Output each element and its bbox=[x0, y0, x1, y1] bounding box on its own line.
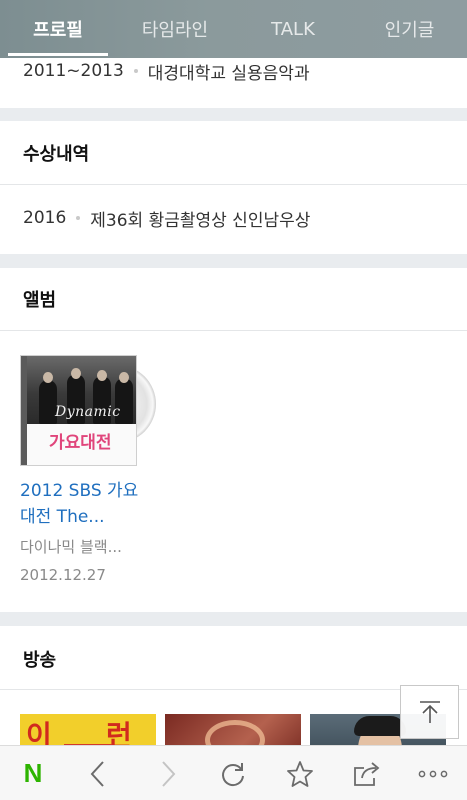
bookmark-button[interactable] bbox=[270, 746, 330, 800]
tab-popular[interactable]: 인기글 bbox=[352, 0, 467, 58]
divider bbox=[0, 184, 467, 185]
separator-dot bbox=[76, 216, 81, 220]
naver-logo-icon: N bbox=[23, 758, 43, 788]
album-section: 앨범 Dynamic 가요대전 2012 SBS 가요대전 The... 다이나… bbox=[0, 268, 467, 612]
broadcast-title: 방송 bbox=[23, 650, 57, 671]
divider bbox=[0, 689, 467, 690]
award-name: 제36회 황금촬영상 신인남우상 bbox=[90, 210, 311, 231]
forward-button[interactable] bbox=[138, 746, 198, 800]
cover-script-text: Dynamic bbox=[55, 404, 121, 420]
share-button[interactable] bbox=[337, 746, 397, 800]
arrow-up-icon bbox=[419, 701, 440, 723]
naver-home-button[interactable]: N bbox=[3, 746, 63, 800]
chevron-right-icon bbox=[162, 760, 176, 787]
divider bbox=[0, 330, 467, 331]
more-button[interactable] bbox=[403, 746, 463, 800]
album-cover[interactable]: Dynamic 가요대전 bbox=[20, 355, 157, 466]
separator-dot bbox=[133, 69, 138, 73]
album-date: 2012.12.27 bbox=[20, 566, 106, 584]
bottom-toolbar: N bbox=[0, 745, 467, 800]
awards-section: 수상내역 2016 제36회 황금촬영상 신인남우상 bbox=[0, 121, 467, 254]
chevron-left-icon bbox=[90, 760, 104, 787]
album-name-link[interactable]: 2012 SBS 가요대전 The... bbox=[20, 478, 150, 530]
figure-head bbox=[43, 372, 53, 383]
refresh-button[interactable] bbox=[203, 746, 263, 800]
figure-head bbox=[71, 368, 81, 379]
figure-head bbox=[119, 372, 129, 383]
album-sleeve: Dynamic 가요대전 bbox=[20, 355, 137, 466]
cover-logo-area: 가요대전 bbox=[27, 424, 136, 465]
scroll-to-top-button[interactable] bbox=[400, 685, 459, 739]
group-photo: Dynamic bbox=[27, 356, 136, 424]
figure-head bbox=[97, 370, 107, 381]
more-dots-icon bbox=[418, 770, 448, 777]
cover-logo-text: 가요대전 bbox=[49, 433, 112, 453]
awards-title: 수상내역 bbox=[23, 144, 90, 165]
refresh-icon bbox=[222, 762, 244, 786]
back-button[interactable] bbox=[68, 746, 128, 800]
thumbnail-hair bbox=[354, 716, 406, 736]
star-icon bbox=[287, 760, 313, 787]
tab-talk[interactable]: TALK bbox=[234, 0, 352, 58]
award-year: 2016 bbox=[23, 208, 67, 228]
education-period: 2011~2013 bbox=[23, 61, 124, 81]
album-title: 앨범 bbox=[23, 290, 57, 311]
education-school[interactable]: 대경대학교 실용음악과 bbox=[148, 59, 310, 84]
top-tab-bar: 프로필 타임라인 TALK 인기글 bbox=[0, 0, 467, 58]
education-row: 2011~2013 대경대학교 실용음악과 bbox=[23, 59, 310, 84]
cover-logo: 가요대전 bbox=[49, 428, 112, 453]
tab-timeline[interactable]: 타임라인 bbox=[116, 0, 234, 58]
award-row: 2016 제36회 황금촬영상 신인남우상 bbox=[23, 206, 311, 231]
share-icon bbox=[354, 761, 380, 786]
tab-profile[interactable]: 프로필 bbox=[0, 0, 116, 58]
album-artist: 다이나믹 블랙... bbox=[20, 538, 122, 556]
